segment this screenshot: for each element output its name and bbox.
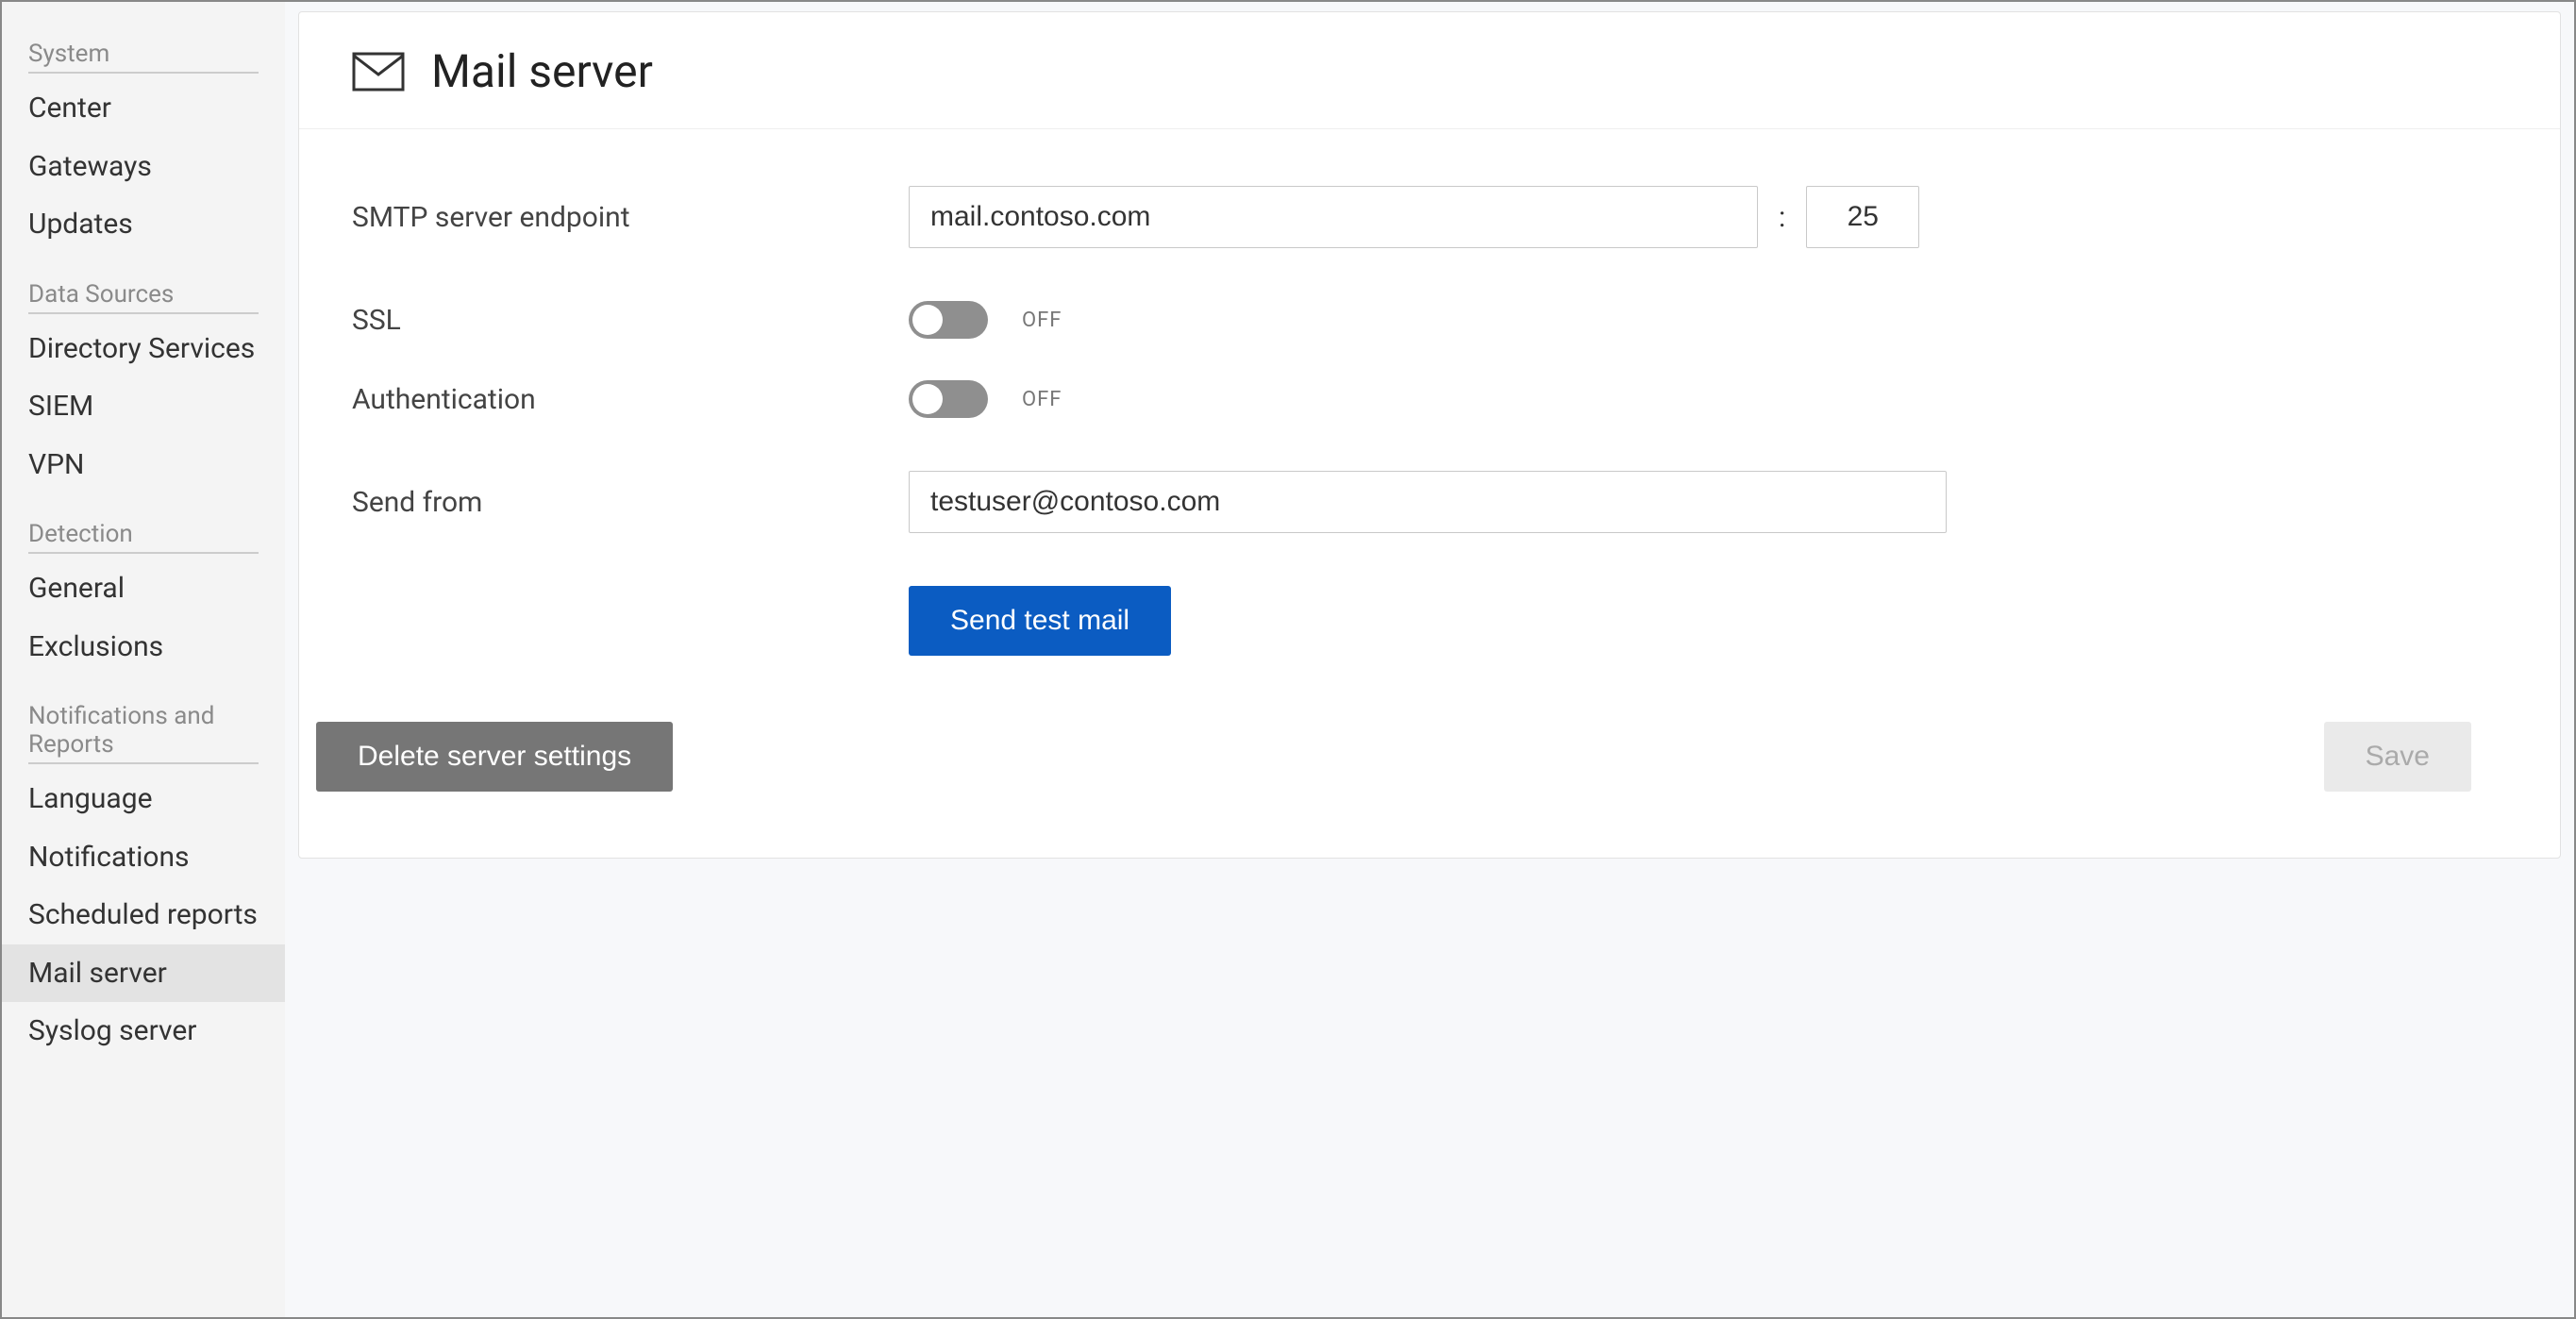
row-send-test: Send test mail — [909, 586, 2507, 656]
divider — [28, 312, 259, 314]
authentication-toggle[interactable] — [909, 380, 988, 418]
mail-server-panel: Mail server SMTP server endpoint : SSL — [298, 11, 2561, 859]
control-ssl: OFF — [909, 301, 1062, 339]
label-send-from: Send from — [352, 486, 909, 519]
send-from-input[interactable] — [909, 471, 1947, 533]
smtp-port-input[interactable] — [1806, 186, 1919, 248]
send-test-mail-button[interactable]: Send test mail — [909, 586, 1171, 656]
authentication-toggle-state: OFF — [1022, 388, 1062, 411]
sidebar-section-label: Detection — [28, 520, 133, 548]
panel-footer: Delete server settings Save — [316, 722, 2507, 824]
page-title: Mail server — [431, 44, 653, 98]
sidebar-section-label: Data Sources — [28, 280, 174, 309]
sidebar-section-label: Notifications and Reports — [28, 702, 214, 759]
control-smtp-endpoint: : — [909, 186, 1919, 248]
sidebar: System Center Gateways Updates Data Sour… — [2, 2, 285, 1317]
sidebar-item-directory-services[interactable]: Directory Services — [2, 320, 285, 378]
label-smtp-endpoint: SMTP server endpoint — [352, 201, 909, 234]
row-ssl: SSL OFF — [352, 301, 2507, 339]
sidebar-section-data-sources: Data Sources — [2, 267, 285, 320]
sidebar-item-siem[interactable]: SIEM — [2, 377, 285, 436]
sidebar-section-label: System — [28, 40, 109, 68]
sidebar-item-center[interactable]: Center — [2, 79, 285, 138]
delete-server-settings-button[interactable]: Delete server settings — [316, 722, 673, 792]
control-send-from — [909, 471, 1947, 533]
sidebar-item-general[interactable]: General — [2, 559, 285, 618]
toggle-knob — [912, 305, 943, 335]
main-area: Mail server SMTP server endpoint : SSL — [285, 2, 2574, 1317]
divider — [28, 762, 259, 764]
label-authentication: Authentication — [352, 383, 909, 416]
sidebar-item-language[interactable]: Language — [2, 770, 285, 828]
mail-icon — [352, 52, 405, 92]
sidebar-item-scheduled-reports[interactable]: Scheduled reports — [2, 886, 285, 944]
app-root: System Center Gateways Updates Data Sour… — [0, 0, 2576, 1319]
sidebar-section-detection: Detection — [2, 507, 285, 559]
sidebar-item-notifications[interactable]: Notifications — [2, 828, 285, 887]
host-port-separator: : — [1773, 201, 1791, 234]
row-send-from: Send from — [352, 471, 2507, 533]
divider — [28, 72, 259, 74]
sidebar-section-system: System — [2, 26, 285, 79]
control-authentication: OFF — [909, 380, 1062, 418]
toggle-knob — [912, 384, 943, 414]
sidebar-item-updates[interactable]: Updates — [2, 195, 285, 254]
sidebar-item-gateways[interactable]: Gateways — [2, 138, 285, 196]
row-authentication: Authentication OFF — [352, 380, 2507, 418]
smtp-host-input[interactable] — [909, 186, 1758, 248]
ssl-toggle-state: OFF — [1022, 309, 1062, 332]
sidebar-item-syslog-server[interactable]: Syslog server — [2, 1002, 285, 1060]
label-ssl: SSL — [352, 304, 909, 337]
sidebar-item-vpn[interactable]: VPN — [2, 436, 285, 494]
row-smtp-endpoint: SMTP server endpoint : — [352, 186, 2507, 248]
sidebar-item-exclusions[interactable]: Exclusions — [2, 618, 285, 676]
ssl-toggle[interactable] — [909, 301, 988, 339]
panel-body: SMTP server endpoint : SSL OFF — [299, 129, 2560, 858]
divider — [28, 552, 259, 554]
sidebar-section-notifications-reports: Notifications and Reports — [2, 689, 285, 770]
panel-header: Mail server — [299, 12, 2560, 129]
sidebar-item-mail-server[interactable]: Mail server — [2, 944, 285, 1003]
save-button[interactable]: Save — [2324, 722, 2471, 792]
